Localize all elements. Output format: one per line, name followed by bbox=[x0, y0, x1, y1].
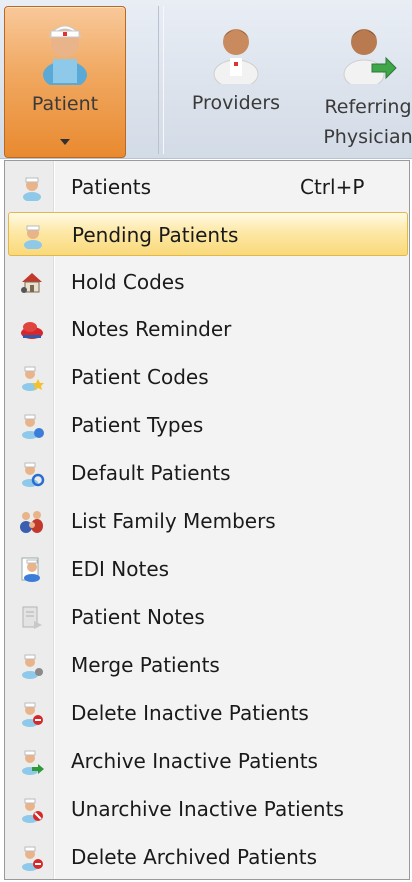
menu-item-merge-patients[interactable]: Merge Patients bbox=[8, 643, 408, 687]
menu-item-label: Patient Notes bbox=[71, 605, 205, 629]
patient-notes-icon bbox=[22, 606, 42, 629]
patient-icon bbox=[43, 25, 87, 85]
default-patients-icon bbox=[22, 462, 45, 487]
patient-types-icon bbox=[22, 414, 44, 439]
menu-item-label: Notes Reminder bbox=[71, 317, 232, 341]
patient-ribbon-button[interactable]: Patient bbox=[4, 6, 126, 158]
menu-item-delete-inactive-patients[interactable]: Delete Inactive Patients bbox=[8, 691, 408, 735]
referring-label-line2: Physician bbox=[323, 126, 412, 148]
archive-inactive-icon bbox=[22, 750, 44, 775]
notes-reminder-icon bbox=[21, 322, 43, 339]
menu-item-label: Patient Types bbox=[71, 413, 204, 437]
patient-dropdown-menu: Patients Ctrl+P Pending Patients Hold Co… bbox=[4, 160, 410, 880]
menu-item-label: Patient Codes bbox=[71, 365, 209, 389]
menu-item-patient-notes[interactable]: Patient Notes bbox=[8, 595, 408, 639]
menu-item-label: Patients bbox=[71, 175, 152, 199]
patient-codes-icon bbox=[22, 366, 44, 391]
menu-item-notes-reminder[interactable]: Notes Reminder bbox=[8, 307, 408, 351]
provider-doctor-icon bbox=[213, 29, 259, 84]
menu-item-label: EDI Notes bbox=[71, 557, 170, 581]
menu-item-hold-codes[interactable]: Hold Codes bbox=[8, 260, 408, 304]
menu-item-label: Unarchive Inactive Patients bbox=[71, 797, 344, 821]
ribbon-toolbar: Patient Providers Referring Physician bbox=[0, 0, 412, 159]
menu-item-label: Pending Patients bbox=[72, 223, 239, 247]
menu-item-label: Default Patients bbox=[71, 461, 231, 485]
menu-item-label: Delete Inactive Patients bbox=[71, 701, 309, 725]
patient-ribbon-label: Patient bbox=[31, 93, 99, 115]
ribbon-separator bbox=[158, 6, 164, 154]
hold-codes-icon bbox=[21, 273, 42, 293]
chevron-down-icon[interactable] bbox=[60, 139, 70, 145]
menu-item-pending-patients[interactable]: Pending Patients bbox=[8, 212, 408, 256]
pending-patient-icon bbox=[24, 225, 42, 249]
menu-item-delete-archived-patients[interactable]: Delete Archived Patients bbox=[8, 835, 408, 879]
menu-item-default-patients[interactable]: Default Patients bbox=[8, 451, 408, 495]
providers-ribbon-label: Providers bbox=[191, 92, 281, 114]
menu-item-label: Archive Inactive Patients bbox=[71, 749, 318, 773]
menu-item-edi-notes[interactable]: EDI Notes bbox=[8, 547, 408, 591]
menu-item-label: Hold Codes bbox=[71, 270, 185, 294]
menu-item-unarchive-inactive-patients[interactable]: Unarchive Inactive Patients bbox=[8, 787, 408, 831]
family-members-icon bbox=[20, 511, 43, 533]
menu-item-list-family-members[interactable]: List Family Members bbox=[8, 499, 408, 543]
menu-item-label: Delete Archived Patients bbox=[71, 845, 318, 869]
menu-item-archive-inactive-patients[interactable]: Archive Inactive Patients bbox=[8, 739, 408, 783]
menu-item-label: List Family Members bbox=[71, 509, 276, 533]
merge-patients-icon bbox=[22, 654, 43, 679]
referring-physician-label: Referring Physician bbox=[308, 92, 412, 152]
delete-inactive-icon bbox=[22, 702, 43, 727]
referring-physician-icon bbox=[343, 29, 397, 84]
menu-item-patients[interactable]: Patients Ctrl+P bbox=[8, 165, 408, 209]
menu-item-shortcut: Ctrl+P bbox=[300, 175, 365, 199]
patient-icon bbox=[23, 177, 41, 201]
delete-archived-icon bbox=[22, 846, 43, 871]
menu-item-label: Merge Patients bbox=[71, 653, 220, 677]
menu-item-patient-types[interactable]: Patient Types bbox=[8, 403, 408, 447]
referring-label-line1: Referring bbox=[324, 96, 412, 118]
menu-item-patient-codes[interactable]: Patient Codes bbox=[8, 355, 408, 399]
unarchive-inactive-icon bbox=[22, 798, 43, 823]
edi-notes-icon bbox=[21, 557, 40, 582]
